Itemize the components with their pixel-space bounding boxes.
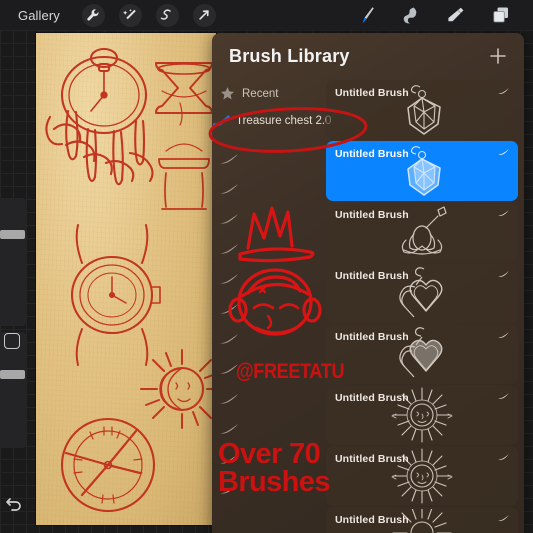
selection-button[interactable] bbox=[155, 3, 179, 27]
brush-item[interactable]: Untitled Brush bbox=[326, 202, 518, 262]
brush-item[interactable]: Untitled Brush bbox=[326, 507, 518, 533]
brush-opacity-handle[interactable] bbox=[0, 370, 25, 379]
toolbar-right-group bbox=[356, 5, 511, 25]
magic-wand-icon bbox=[123, 9, 137, 20]
smudge-icon bbox=[403, 7, 417, 24]
layers-button[interactable] bbox=[491, 5, 511, 25]
brush-set-list: Recent Treasure chest 2.0 bbox=[212, 80, 331, 533]
stroke-preview bbox=[218, 482, 242, 512]
brush-library-body: Recent Treasure chest 2.0 Untitled Brush… bbox=[212, 80, 524, 533]
brush-name: Untitled Brush bbox=[335, 392, 409, 404]
brush-name: Untitled Brush bbox=[335, 270, 409, 282]
wrench-icon bbox=[87, 9, 99, 21]
brush-name: Untitled Brush bbox=[335, 148, 409, 160]
brush-library-panel: Brush Library Recent Treasure chest 2.0 … bbox=[212, 33, 524, 533]
brush-item[interactable]: Untitled Brush bbox=[326, 263, 518, 323]
stroke-preview-icon bbox=[498, 148, 509, 155]
stroke-preview-icon bbox=[498, 331, 509, 338]
add-brush-button[interactable] bbox=[488, 46, 508, 66]
plus-icon bbox=[490, 48, 506, 64]
gallery-button[interactable]: Gallery bbox=[18, 8, 60, 23]
paint-button[interactable] bbox=[356, 5, 376, 25]
tool-sliders bbox=[0, 198, 26, 448]
brush-name: Untitled Brush bbox=[335, 514, 409, 526]
brush-set-recent[interactable]: Recent bbox=[212, 80, 326, 107]
brush-name: Untitled Brush bbox=[335, 87, 409, 99]
brush-opacity-slider[interactable] bbox=[0, 332, 26, 448]
red-sketch-character bbox=[228, 206, 322, 336]
brush-size-slider[interactable] bbox=[0, 198, 26, 326]
top-toolbar: Gallery bbox=[0, 0, 533, 30]
actions-button[interactable] bbox=[81, 3, 105, 27]
brush-size-handle[interactable] bbox=[0, 230, 25, 239]
brush-stroke-icon bbox=[212, 113, 236, 129]
brush-item[interactable]: Untitled Brush bbox=[326, 80, 518, 140]
modify-button[interactable] bbox=[4, 333, 20, 349]
transform-arrow-icon bbox=[199, 10, 210, 20]
brush-name: Untitled Brush bbox=[335, 453, 409, 465]
stroke-preview-icon bbox=[498, 87, 509, 94]
artboard[interactable] bbox=[36, 33, 216, 525]
brush-set-treasure-chest[interactable]: Treasure chest 2.0 bbox=[212, 107, 331, 134]
stroke-preview-icon bbox=[498, 392, 509, 399]
adjustments-button[interactable] bbox=[118, 3, 142, 27]
brush-list: Untitled Brush Untitled Brush Untitled B… bbox=[326, 80, 524, 533]
brush-library-header: Brush Library bbox=[212, 33, 524, 80]
eraser-icon bbox=[448, 7, 464, 22]
brush-name: Untitled Brush bbox=[335, 331, 409, 343]
paintbrush-icon bbox=[362, 7, 374, 24]
stroke-preview-icon bbox=[498, 453, 509, 460]
brush-item[interactable]: Untitled Brush bbox=[326, 385, 518, 445]
stroke-preview bbox=[218, 452, 242, 482]
brush-item[interactable]: Untitled Brush bbox=[326, 324, 518, 384]
brush-item[interactable]: Untitled Brush bbox=[326, 446, 518, 506]
star-icon bbox=[212, 86, 242, 101]
layers-icon bbox=[493, 7, 508, 23]
page-title: Brush Library bbox=[229, 46, 350, 66]
brush-item-selected[interactable]: Untitled Brush bbox=[326, 141, 518, 201]
stroke-preview-icon bbox=[498, 514, 509, 521]
stroke-preview-icon bbox=[498, 209, 509, 216]
toolbar-left-group bbox=[81, 3, 216, 27]
brush-set-label: Recent bbox=[242, 87, 279, 100]
artwork-linework bbox=[45, 47, 216, 513]
brush-name: Untitled Brush bbox=[335, 209, 409, 221]
selection-s-icon bbox=[161, 9, 172, 20]
erase-button[interactable] bbox=[446, 5, 466, 25]
brush-set-label: Treasure chest 2.0 bbox=[236, 114, 332, 127]
smudge-button[interactable] bbox=[401, 5, 421, 25]
undo-button[interactable] bbox=[4, 493, 24, 513]
undo-arrow-icon bbox=[6, 498, 21, 511]
procreate-app: Brush Library Recent Treasure chest 2.0 … bbox=[0, 0, 533, 533]
transform-button[interactable] bbox=[192, 3, 216, 27]
stroke-preview-icon bbox=[498, 270, 509, 277]
